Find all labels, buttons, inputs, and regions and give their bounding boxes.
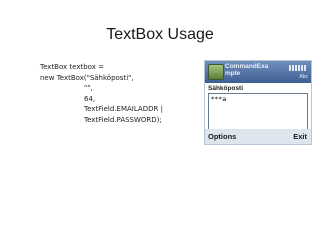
input-mode-indicator: Abc xyxy=(299,74,308,80)
phone-header: CommandExa mple Abc xyxy=(205,61,311,83)
slide-title: TextBox Usage xyxy=(106,26,214,43)
code-line: new TextBox("Sähköposti", xyxy=(40,73,134,82)
code-line: 64, xyxy=(84,94,96,103)
app-title: CommandExa mple xyxy=(225,63,269,77)
textbox-label: Sähköposti xyxy=(208,85,244,92)
softkey-bar: Options Exit xyxy=(204,129,312,145)
code-line: "", xyxy=(84,84,93,93)
code-block: TextBox textbox = new TextBox("Sähköpost… xyxy=(40,62,163,126)
code-line: TextField.EMAILADDR | xyxy=(84,105,163,114)
code-line: TextBox textbox = xyxy=(40,63,104,71)
options-softkey[interactable]: Options xyxy=(208,132,236,141)
signal-icon xyxy=(289,65,307,71)
code-line: TextField.PASSWORD); xyxy=(84,115,162,124)
textbox-value: ***a xyxy=(211,95,227,103)
app-icon xyxy=(208,64,224,80)
exit-softkey[interactable]: Exit xyxy=(293,132,307,141)
